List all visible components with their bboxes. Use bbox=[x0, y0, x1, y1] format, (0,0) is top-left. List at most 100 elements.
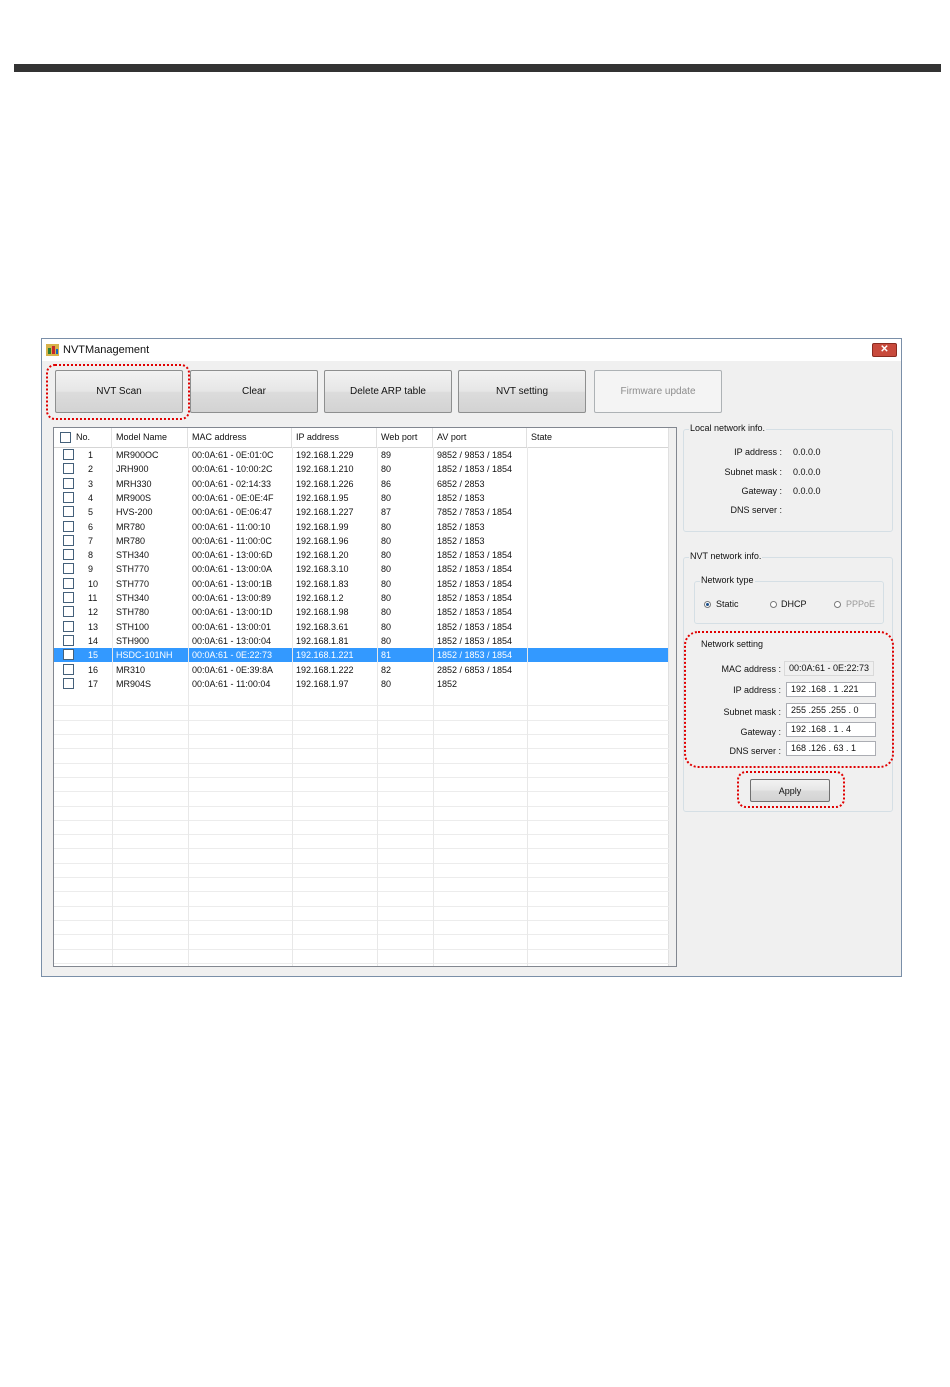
cell-model: STH100 bbox=[116, 621, 150, 632]
column-header-ip[interactable]: IP address bbox=[292, 428, 377, 447]
table-row[interactable]: 8 STH340 00:0A:61 - 13:00:6D 192.168.1.20 80… bbox=[54, 548, 669, 562]
nvt-setting-button[interactable]: NVT setting bbox=[458, 370, 586, 413]
row-checkbox[interactable] bbox=[63, 563, 74, 575]
cell-no: 8 bbox=[88, 550, 94, 561]
grid-line bbox=[54, 848, 669, 850]
cell-model: MR900OC bbox=[116, 450, 159, 460]
network-type-title: Network type bbox=[700, 575, 755, 585]
cell-av-port: 1852 / 1853 / 1854 bbox=[437, 635, 513, 646]
cell-av-port: 1852 / 1853 / 1854 bbox=[437, 607, 513, 618]
cell-mac: 00:0A:61 - 11:00:10 bbox=[192, 521, 271, 532]
row-checkbox[interactable] bbox=[63, 634, 74, 646]
cell-state bbox=[527, 477, 669, 491]
title-bar: NVTManagement ✕ bbox=[42, 339, 901, 361]
table-row[interactable]: 1 MR900OC 00:0A:61 - 0E:01:0C 192.168.1.229… bbox=[54, 448, 669, 462]
cell-model: STH770 bbox=[116, 564, 150, 575]
cell-web-port: 87 bbox=[381, 507, 392, 518]
table-row[interactable]: 16 MR310 00:0A:61 - 0E:39:8A 192.168.1.222 8… bbox=[54, 663, 669, 677]
local-subnet-label: Subnet mask : bbox=[724, 467, 782, 477]
static-label[interactable]: Static bbox=[716, 599, 739, 609]
cell-no: 15 bbox=[88, 650, 99, 661]
close-button[interactable]: ✕ bbox=[872, 343, 897, 357]
table-row[interactable]: 2 JRH900 00:0A:61 - 10:00:2C 192.168.1.210 8… bbox=[54, 462, 669, 476]
row-checkbox[interactable] bbox=[63, 677, 74, 689]
cell-web-port: 80 bbox=[381, 564, 392, 575]
cell-web-port: 80 bbox=[381, 578, 392, 589]
row-checkbox[interactable] bbox=[63, 620, 74, 632]
column-header-web-port[interactable]: Web port bbox=[377, 428, 433, 447]
row-checkbox[interactable] bbox=[63, 606, 74, 618]
row-checkbox[interactable] bbox=[63, 663, 74, 675]
grid-line bbox=[54, 734, 669, 735]
grid-line bbox=[54, 834, 669, 836]
cell-mac: 00:0A:61 - 11:00:0C bbox=[192, 535, 272, 546]
row-checkbox[interactable] bbox=[63, 449, 74, 460]
cell-no: 3 bbox=[88, 478, 94, 489]
cell-model: MRH330 bbox=[116, 478, 152, 489]
row-checkbox[interactable] bbox=[63, 477, 74, 489]
vertical-scrollbar[interactable] bbox=[668, 428, 676, 966]
delete-arp-table-button[interactable]: Delete ARP table bbox=[324, 370, 452, 413]
cell-mac: 00:0A:61 - 0E:22:73 bbox=[192, 650, 273, 661]
row-checkbox[interactable] bbox=[63, 506, 74, 518]
network-setting-highlight bbox=[684, 631, 894, 768]
column-header-no[interactable]: No. bbox=[72, 428, 112, 447]
cell-model: STH770 bbox=[116, 578, 150, 589]
cell-mac: 00:0A:61 - 13:00:89 bbox=[192, 593, 272, 603]
cell-no: 11 bbox=[88, 593, 98, 603]
cell-no: 16 bbox=[88, 664, 99, 675]
cell-web-port: 86 bbox=[381, 478, 392, 489]
column-header-av-port[interactable]: AV port bbox=[433, 428, 527, 447]
row-checkbox[interactable] bbox=[63, 534, 74, 546]
select-all-checkbox[interactable] bbox=[60, 432, 71, 443]
table-row[interactable]: 7 MR780 00:0A:61 - 11:00:0C 192.168.1.96 80 1… bbox=[54, 534, 669, 548]
table-row[interactable]: 17 MR904S 00:0A:61 - 11:00:04 192.168.1.97 8… bbox=[54, 677, 669, 691]
cell-web-port: 89 bbox=[381, 450, 392, 460]
pppoe-radio[interactable] bbox=[834, 601, 841, 608]
table-row[interactable]: 15 HSDC-101NH 00:0A:61 - 0E:22:73 192.168.1… bbox=[54, 648, 669, 663]
dhcp-label[interactable]: DHCP bbox=[781, 599, 807, 609]
table-row[interactable]: 14 STH900 00:0A:61 - 13:00:04 192.168.1.81 8… bbox=[54, 634, 669, 648]
grid-line bbox=[54, 905, 669, 907]
cell-ip: 192.168.1.98 bbox=[296, 607, 349, 618]
cell-mac: 00:0A:61 - 0E:0E:4F bbox=[192, 492, 274, 503]
row-checkbox[interactable] bbox=[63, 592, 74, 603]
grid-line bbox=[54, 719, 669, 721]
cell-state bbox=[527, 620, 669, 634]
cell-av-port: 1852 / 1853 bbox=[437, 492, 485, 503]
column-header-model[interactable]: Model Name bbox=[112, 428, 188, 447]
static-radio[interactable] bbox=[704, 601, 711, 608]
table-row[interactable]: 9 STH770 00:0A:61 - 13:00:0A 192.168.3.10 80… bbox=[54, 562, 669, 576]
cell-web-port: 80 bbox=[381, 593, 392, 603]
column-header-mac[interactable]: MAC address bbox=[188, 428, 292, 447]
table-row[interactable]: 3 MRH330 00:0A:61 - 02:14:33 192.168.1.226 8… bbox=[54, 477, 669, 491]
pppoe-label[interactable]: PPPoE bbox=[846, 599, 875, 609]
clear-button[interactable]: Clear bbox=[190, 370, 318, 413]
row-checkbox[interactable] bbox=[63, 577, 74, 589]
column-header-state[interactable]: State bbox=[527, 428, 669, 447]
row-checkbox[interactable] bbox=[63, 649, 74, 661]
dhcp-radio[interactable] bbox=[770, 601, 777, 608]
cell-ip: 192.168.1.97 bbox=[296, 678, 349, 689]
table-row[interactable]: 12 STH780 00:0A:61 - 13:00:1D 192.168.1.98 8… bbox=[54, 605, 669, 619]
table-row[interactable]: 11 STH340 00:0A:61 - 13:00:89 192.168.1.2 80… bbox=[54, 591, 669, 605]
cell-model: HVS-200 bbox=[116, 507, 153, 518]
row-checkbox[interactable] bbox=[63, 491, 74, 503]
device-list[interactable]: No. Model Name MAC address IP address We… bbox=[53, 427, 677, 967]
table-row[interactable]: 4 MR900S 00:0A:61 - 0E:0E:4F 192.168.1.95 80… bbox=[54, 491, 669, 505]
grid-line bbox=[54, 805, 669, 807]
local-dns-label: DNS server : bbox=[730, 505, 782, 515]
table-row[interactable]: 10 STH770 00:0A:61 - 13:00:1B 192.168.1.83 8… bbox=[54, 577, 669, 591]
table-row[interactable]: 13 STH100 00:0A:61 - 13:00:01 192.168.3.61 8… bbox=[54, 620, 669, 634]
table-row[interactable]: 6 MR780 00:0A:61 - 11:00:10 192.168.1.99 80 1… bbox=[54, 520, 669, 534]
cell-no: 6 bbox=[88, 521, 94, 532]
row-checkbox[interactable] bbox=[63, 549, 74, 561]
table-row[interactable]: 5 HVS-200 00:0A:61 - 0E:06:47 192.168.1.227… bbox=[54, 505, 669, 519]
nvt-management-window: NVTManagement ✕ NVT Scan Clear Delete AR… bbox=[41, 338, 902, 977]
row-checkbox[interactable] bbox=[63, 463, 74, 475]
cell-web-port: 81 bbox=[381, 650, 392, 661]
grid-line bbox=[54, 819, 669, 821]
window-title: NVTManagement bbox=[63, 344, 150, 356]
firmware-update-button[interactable]: Firmware update bbox=[594, 370, 722, 413]
row-checkbox[interactable] bbox=[63, 520, 74, 532]
